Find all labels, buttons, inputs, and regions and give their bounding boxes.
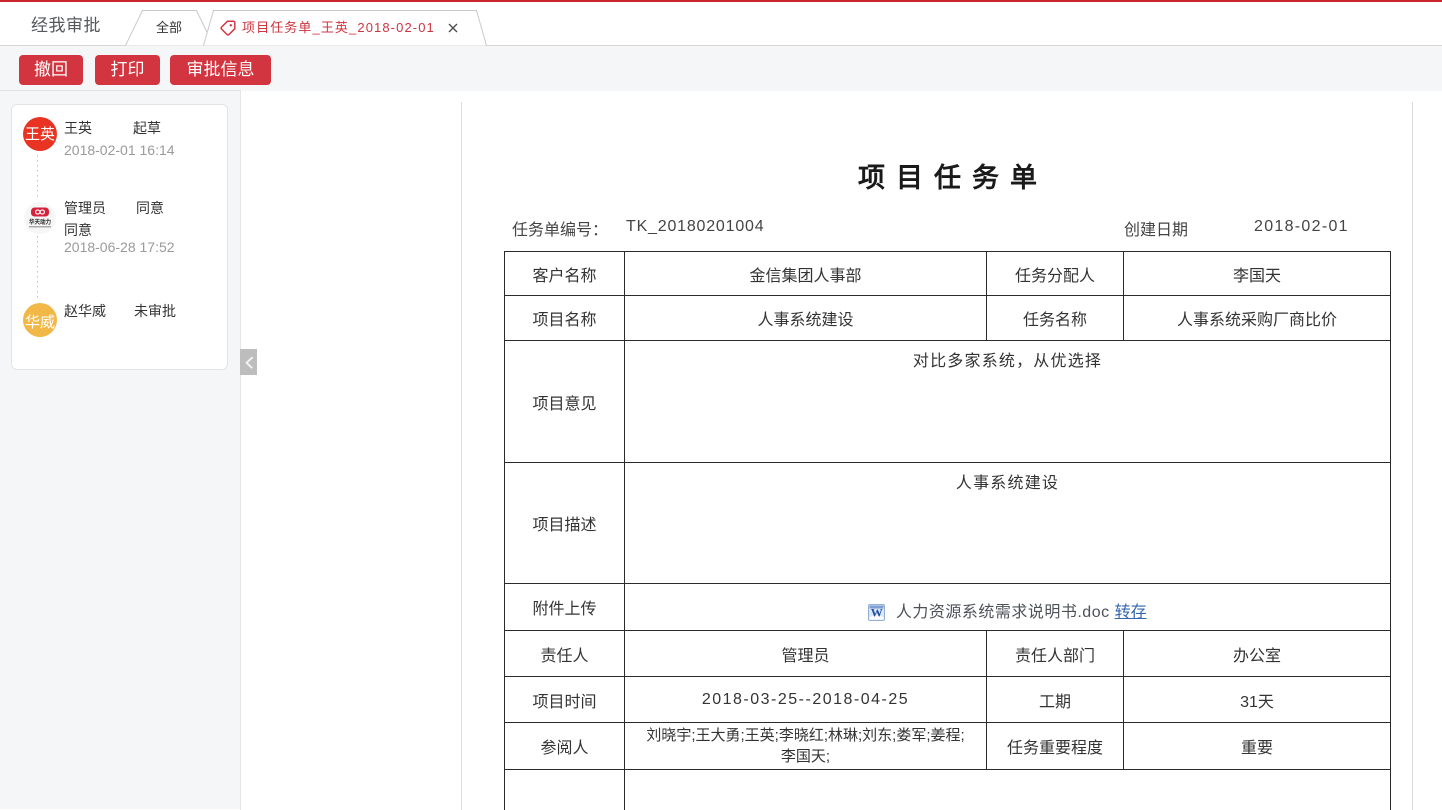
svg-text:W: W <box>871 606 883 620</box>
svg-text:华天动力: 华天动力 <box>29 218 51 226</box>
